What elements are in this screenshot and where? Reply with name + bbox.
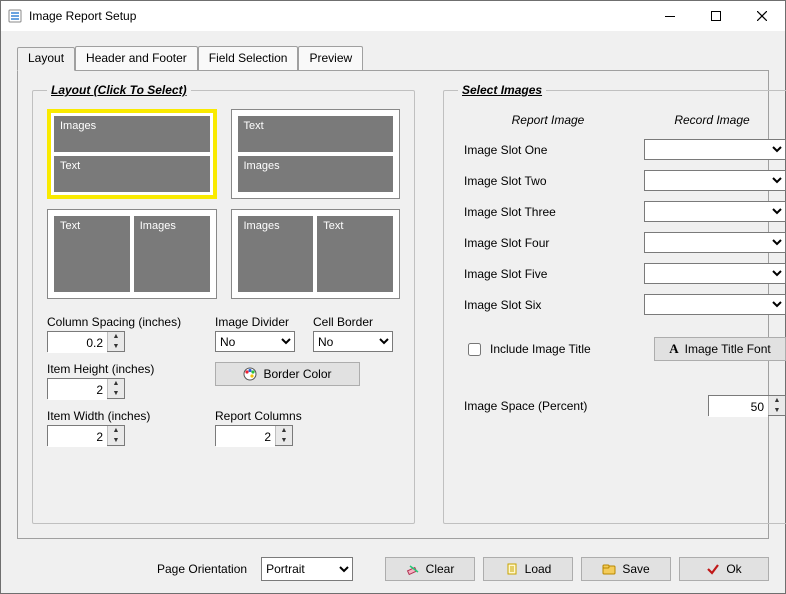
app-icon <box>7 8 23 24</box>
item-height-value[interactable] <box>48 379 107 400</box>
ok-button-label: Ok <box>726 562 741 576</box>
spinner-arrows[interactable]: ▲▼ <box>107 332 124 351</box>
image-slot-four-select[interactable] <box>644 232 786 253</box>
spinner-arrows[interactable]: ▲▼ <box>107 426 124 445</box>
image-divider-select[interactable]: No <box>215 331 295 352</box>
client-area: Layout Header and Footer Field Selection… <box>1 32 785 593</box>
save-button-label: Save <box>622 562 649 576</box>
image-slot-row: Image Slot Five <box>458 263 786 284</box>
image-slot-two-label: Image Slot Two <box>458 174 644 188</box>
column-spacing-label: Column Spacing (inches) <box>47 315 197 329</box>
tile-slot: Images <box>54 116 210 152</box>
ok-button[interactable]: Ok <box>679 557 769 581</box>
close-button[interactable] <box>739 1 785 31</box>
window-title: Image Report Setup <box>29 9 647 23</box>
tab-field-selection[interactable]: Field Selection <box>198 46 299 70</box>
image-slot-one-select[interactable] <box>644 139 786 160</box>
page-orientation-label: Page Orientation <box>157 562 247 576</box>
image-slot-row: Image Slot Four <box>458 232 786 253</box>
image-slot-row: Image Slot Three <box>458 201 786 222</box>
titlebar: Image Report Setup <box>1 1 785 32</box>
image-slot-row: Image Slot One <box>458 139 786 160</box>
font-icon: A <box>669 341 678 357</box>
fieldset-select-images: Select Images Report Image Record Image … <box>443 83 786 524</box>
clear-button[interactable]: Clear <box>385 557 475 581</box>
clear-button-label: Clear <box>426 562 455 576</box>
select-images-legend: Select Images <box>458 83 546 97</box>
report-columns-label: Report Columns <box>215 409 365 423</box>
item-height-input[interactable]: ▲▼ <box>47 378 125 399</box>
layout-tile-text-left-images-right[interactable]: Text Images <box>47 209 217 299</box>
image-slot-five-label: Image Slot Five <box>458 267 644 281</box>
tile-slot: Images <box>238 216 314 292</box>
layout-tile-images-left-text-right[interactable]: Images Text <box>231 209 401 299</box>
spinner-arrows[interactable]: ▲▼ <box>107 379 124 398</box>
cell-border-label: Cell Border <box>313 315 393 329</box>
image-divider-label: Image Divider <box>215 315 295 329</box>
window-controls <box>647 1 785 31</box>
fieldset-layout: Layout (Click To Select) Images Text Tex… <box>32 83 415 524</box>
tile-slot: Images <box>134 216 210 292</box>
image-title-font-button[interactable]: A Image Title Font <box>654 337 786 361</box>
page-orientation-select[interactable]: Portrait <box>261 557 353 581</box>
item-height-label: Item Height (inches) <box>47 362 197 376</box>
image-slot-four-label: Image Slot Four <box>458 236 644 250</box>
check-icon <box>706 562 720 576</box>
tab-preview[interactable]: Preview <box>298 46 363 70</box>
tile-slot: Text <box>317 216 393 292</box>
layout-legend: Layout (Click To Select) <box>47 83 191 97</box>
maximize-button[interactable] <box>693 1 739 31</box>
col-record-image: Record Image <box>638 113 786 127</box>
image-slot-three-label: Image Slot Three <box>458 205 644 219</box>
border-color-button-label: Border Color <box>263 367 331 381</box>
layout-tile-images-over-text[interactable]: Images Text <box>47 109 217 199</box>
tab-layout[interactable]: Layout <box>17 47 75 71</box>
image-slot-row: Image Slot Six <box>458 294 786 315</box>
tabstrip: Layout Header and Footer Field Selection… <box>17 46 769 70</box>
minimize-button[interactable] <box>647 1 693 31</box>
border-color-button[interactable]: Border Color <box>215 362 360 386</box>
load-button-label: Load <box>525 562 552 576</box>
spinner-arrows[interactable]: ▲▼ <box>768 396 785 415</box>
document-icon <box>505 562 519 576</box>
save-button[interactable]: Save <box>581 557 671 581</box>
include-image-title-input[interactable] <box>468 343 481 356</box>
image-space-label: Image Space (Percent) <box>458 399 644 413</box>
spinner-arrows[interactable]: ▲▼ <box>275 426 292 445</box>
layout-tile-text-over-images[interactable]: Text Images <box>231 109 401 199</box>
col-report-image: Report Image <box>458 113 638 127</box>
footer: Page Orientation Portrait Clear Load <box>17 539 769 581</box>
tile-slot: Text <box>238 116 394 152</box>
tab-header-and-footer[interactable]: Header and Footer <box>75 46 198 70</box>
image-slot-six-label: Image Slot Six <box>458 298 644 312</box>
report-columns-input[interactable]: ▲▼ <box>215 425 293 446</box>
item-width-value[interactable] <box>48 426 107 447</box>
palette-icon <box>243 367 257 381</box>
tile-slot: Images <box>238 156 394 192</box>
item-width-input[interactable]: ▲▼ <box>47 425 125 446</box>
image-slot-five-select[interactable] <box>644 263 786 284</box>
report-columns-value[interactable] <box>216 426 275 447</box>
load-button[interactable]: Load <box>483 557 573 581</box>
image-space-input[interactable]: ▲▼ <box>708 395 786 416</box>
column-spacing-input[interactable]: ▲▼ <box>47 331 125 352</box>
column-spacing-value[interactable] <box>48 332 107 353</box>
item-width-label: Item Width (inches) <box>47 409 197 423</box>
window: Image Report Setup Layout Header and Foo… <box>0 0 786 594</box>
tabpanel-layout: Layout (Click To Select) Images Text Tex… <box>17 70 769 539</box>
image-slot-row: Image Slot Two <box>458 170 786 191</box>
cell-border-select[interactable]: No <box>313 331 393 352</box>
image-slot-six-select[interactable] <box>644 294 786 315</box>
save-icon <box>602 562 616 576</box>
tile-slot: Text <box>54 216 130 292</box>
image-space-value[interactable] <box>709 396 768 417</box>
tile-slot: Text <box>54 156 210 192</box>
eraser-icon <box>406 562 420 576</box>
image-title-font-button-label: Image Title Font <box>685 342 771 356</box>
include-image-title-checkbox[interactable]: Include Image Title <box>458 340 644 359</box>
include-image-title-label: Include Image Title <box>490 342 591 356</box>
image-slot-two-select[interactable] <box>644 170 786 191</box>
image-slot-one-label: Image Slot One <box>458 143 644 157</box>
image-slot-three-select[interactable] <box>644 201 786 222</box>
